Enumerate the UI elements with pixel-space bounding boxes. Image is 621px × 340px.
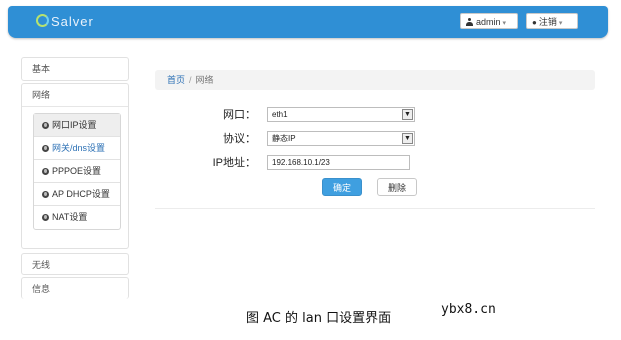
protocol-select-value: 静态IP <box>272 134 296 143</box>
breadcrumb-home-link[interactable]: 首页 <box>167 75 185 85</box>
logout-menu-button[interactable]: ● 注销 ▾ <box>526 13 578 29</box>
chevron-down-icon[interactable]: ▼ <box>402 133 413 144</box>
breadcrumb: 首页 / 网络 <box>155 70 595 90</box>
protocol-select[interactable]: 静态IP ▼ <box>267 131 415 146</box>
content-divider <box>155 208 595 209</box>
submenu-label: 网关/dns设置 <box>52 143 106 153</box>
network-submenu: 网口IP设置 网关/dns设置 PPPOE设置 AP DHCP设置 NAT设置 <box>33 113 121 230</box>
watermark: ybx8.cn <box>441 302 496 317</box>
logo-icon <box>36 14 49 27</box>
sidebar-section-info[interactable]: 信息 <box>21 277 129 299</box>
sidebar-section-basic[interactable]: 基本 <box>21 57 129 81</box>
globe-icon <box>42 145 49 152</box>
sidebar-item-network[interactable]: 网络 <box>22 84 128 107</box>
submenu-label: PPPOE设置 <box>52 166 102 176</box>
submenu-item-pppoe[interactable]: PPPOE设置 <box>34 160 120 183</box>
user-menu-label: admin <box>476 17 501 27</box>
submenu-item-nat[interactable]: NAT设置 <box>34 206 120 229</box>
logout-menu-label: 注销 <box>538 17 557 27</box>
submenu-item-port-ip[interactable]: 网口IP设置 <box>34 114 120 137</box>
port-label: 网口： <box>223 109 256 121</box>
submenu-label: AP DHCP设置 <box>52 189 110 199</box>
figure-caption: 图 AC 的 lan 口设置界面 <box>246 311 392 326</box>
chevron-down-icon: ▾ <box>502 20 507 27</box>
sidebar-section-wireless[interactable]: 无线 <box>21 253 129 275</box>
protocol-label: 协议： <box>223 133 256 145</box>
confirm-button[interactable]: 确定 <box>322 178 362 196</box>
globe-icon <box>42 168 49 175</box>
submenu-item-gateway-dns[interactable]: 网关/dns设置 <box>34 137 120 160</box>
sidebar-item-info[interactable]: 信息 <box>22 278 128 300</box>
chevron-down-icon: ▾ <box>558 20 563 27</box>
ip-address-value: 192.168.10.1/23 <box>272 158 330 167</box>
submenu-item-ap-dhcp[interactable]: AP DHCP设置 <box>34 183 120 206</box>
power-icon: ● <box>532 18 537 27</box>
sidebar-item-basic[interactable]: 基本 <box>22 58 128 80</box>
user-icon <box>466 18 473 26</box>
submenu-label: NAT设置 <box>52 212 88 222</box>
logo-text: Salver <box>51 14 94 29</box>
ip-address-input[interactable]: 192.168.10.1/23 <box>267 155 410 170</box>
globe-icon <box>42 122 49 129</box>
sidebar-item-wireless[interactable]: 无线 <box>22 254 128 276</box>
top-navbar: Salver admin ▾ ● 注销 ▾ <box>8 6 608 38</box>
delete-button[interactable]: 删除 <box>377 178 417 196</box>
port-select-value: eth1 <box>272 110 288 119</box>
submenu-label: 网口IP设置 <box>52 120 97 130</box>
app-logo[interactable]: Salver <box>36 14 94 29</box>
chevron-down-icon[interactable]: ▼ <box>402 109 413 120</box>
breadcrumb-separator: / <box>189 75 192 85</box>
globe-icon <box>42 214 49 221</box>
ip-address-label: IP地址： <box>212 157 256 169</box>
globe-icon <box>42 191 49 198</box>
breadcrumb-current: 网络 <box>195 75 214 85</box>
user-menu-button[interactable]: admin ▾ <box>460 13 518 29</box>
port-select[interactable]: eth1 ▼ <box>267 107 415 122</box>
